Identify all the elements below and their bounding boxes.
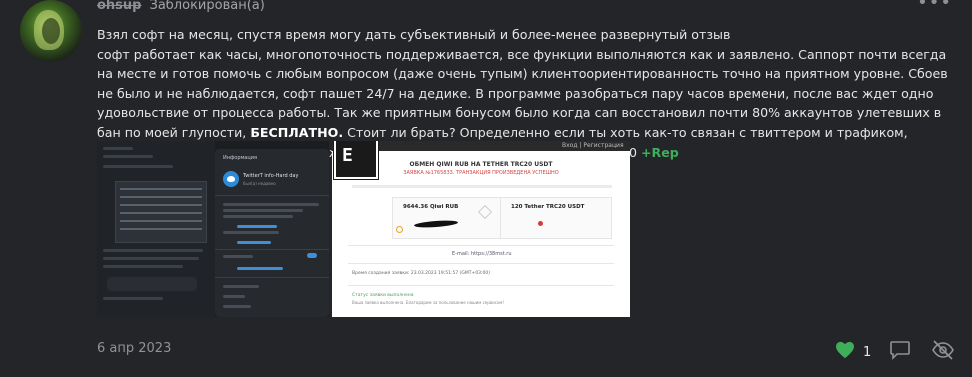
receipt-nav: Вход | Регистрация <box>562 142 624 149</box>
rep-link[interactable]: +Rep <box>641 145 679 160</box>
comment-icon[interactable] <box>889 340 911 360</box>
info-panel: Информация TwitterT info-Hard day был(а)… <box>215 149 329 317</box>
post-date: 6 апр 2023 <box>97 341 172 356</box>
bird-icon <box>223 171 239 187</box>
receipt-status-text: Ваша заявка выполнена. Благодарим за пол… <box>352 300 505 305</box>
chat-background <box>97 141 215 317</box>
attachment-image-1[interactable]: Информация TwitterT info-Hard day был(а)… <box>97 141 329 317</box>
get-amount: 120 Tether TRC20 USDT <box>511 204 585 210</box>
qiwi-icon <box>396 226 403 233</box>
attachment-image-2[interactable]: Вход | Регистрация E ОБМЕН QIWI RUB НА T… <box>332 141 630 317</box>
post-header: ohsup Заблокирован(а) <box>97 0 265 14</box>
tron-icon <box>538 221 543 226</box>
info-panel-title: Информация <box>223 155 258 161</box>
receipt-created: Время создания заявки: 23.03.2023 19:51:… <box>352 271 491 276</box>
chat-table-image <box>115 181 207 243</box>
receipt-title: ОБМЕН QIWI RUB НА TETHER TRC20 USDT <box>409 161 553 168</box>
get-card: 120 Tether TRC20 USDT <box>500 197 612 239</box>
like-count: 1 <box>863 344 872 360</box>
give-amount: 9644.36 Qiwi RUB <box>403 204 459 210</box>
receipt-status-title: Статус заявки выполнена <box>352 293 414 298</box>
user-status-label: Заблокирован(а) <box>149 0 265 13</box>
eye-off-icon[interactable] <box>931 338 955 362</box>
post-text-intro: Взял софт на месяц, спустя время могу да… <box>97 27 731 42</box>
like-button[interactable]: 1 <box>835 341 871 363</box>
post-text-bold: БЕСПЛАТНО. <box>250 124 344 140</box>
heart-icon[interactable] <box>835 341 855 363</box>
progress-steps <box>352 185 612 188</box>
user-avatar[interactable] <box>20 0 82 62</box>
give-card: 9644.36 Qiwi RUB <box>392 197 504 239</box>
username-link[interactable]: ohsup <box>97 0 141 13</box>
contact-status: был(а) недавно <box>243 181 276 186</box>
receipt-email: E-mail: https://38mst.ru <box>452 251 512 257</box>
contact-name: TwitterT info-Hard day <box>243 173 299 179</box>
notifications-toggle <box>307 253 317 258</box>
receipt-subtitle: ЗАЯВКА №1765833. ТРАНЗАКЦИЯ ПРОИЗВЕДЕНА … <box>403 170 559 176</box>
more-options-icon[interactable]: ••• <box>917 0 952 13</box>
